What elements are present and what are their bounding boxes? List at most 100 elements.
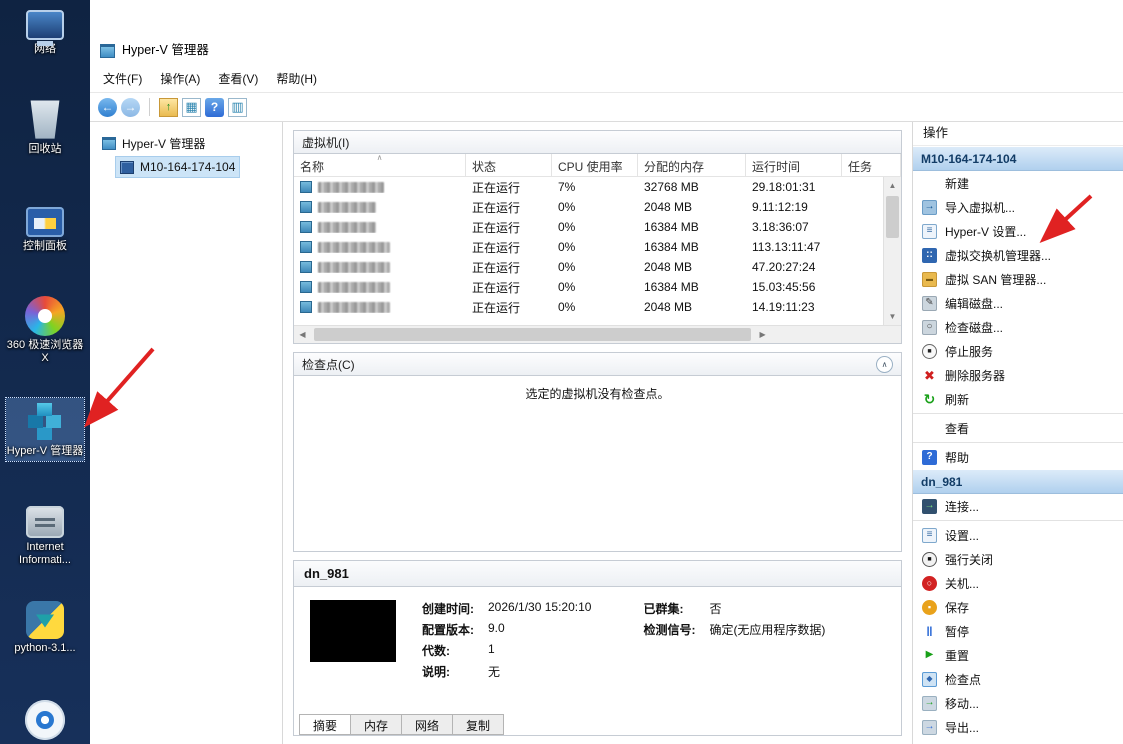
action-label: 新建 bbox=[945, 175, 969, 192]
collapse-checkpoints-button[interactable]: ∧ bbox=[876, 356, 893, 373]
forward-button[interactable]: → bbox=[121, 98, 140, 117]
vm-name-cell bbox=[294, 181, 466, 193]
action-remove-server[interactable]: ✖删除服务器 bbox=[913, 363, 1123, 387]
action-import-vm[interactable]: →导入虚拟机... bbox=[913, 195, 1123, 219]
vm-row[interactable]: 正在运行0%16384 MB3.18:36:07 bbox=[294, 217, 883, 237]
desktop-icon-netdisk[interactable] bbox=[6, 698, 84, 744]
column-header-3[interactable]: 分配的内存 bbox=[638, 154, 746, 176]
desktop-icon-python[interactable]: python-3.1... bbox=[6, 598, 84, 658]
tab-summary[interactable]: 摘要 bbox=[299, 714, 351, 735]
vm-memory-cell: 16384 MB bbox=[638, 220, 746, 234]
action-settings[interactable]: ≡设置... bbox=[913, 523, 1123, 547]
control-panel-icon bbox=[26, 207, 64, 237]
vm-row[interactable]: 正在运行0%2048 MB9.11:12:19 bbox=[294, 197, 883, 217]
action-edit-disk[interactable]: ✎编辑磁盘... bbox=[913, 291, 1123, 315]
action-reset[interactable]: ▶重置 bbox=[913, 643, 1123, 667]
field-value: 1 bbox=[488, 642, 591, 659]
vm-state-cell: 正在运行 bbox=[466, 219, 552, 236]
vm-icon bbox=[300, 241, 312, 253]
back-button[interactable]: ← bbox=[98, 98, 117, 117]
scroll-right-icon[interactable]: ▶ bbox=[754, 326, 771, 343]
help-button[interactable]: ? bbox=[205, 98, 224, 117]
desktop-icon-control-panel[interactable]: 控制面板 bbox=[6, 200, 84, 256]
pause-icon: ‖ bbox=[922, 624, 937, 639]
action-inspect-disk[interactable]: ○检查磁盘... bbox=[913, 315, 1123, 339]
action-export[interactable]: →导出... bbox=[913, 715, 1123, 739]
action-pause[interactable]: ‖暂停 bbox=[913, 619, 1123, 643]
scroll-thumb-horizontal[interactable] bbox=[314, 328, 751, 341]
action-label: 查看 bbox=[945, 420, 969, 437]
toolbar-separator bbox=[149, 98, 150, 116]
vm-row[interactable]: 正在运行0%16384 MB113.13:11:47 bbox=[294, 237, 883, 257]
vm-row[interactable]: 正在运行0%2048 MB47.20:27:24 bbox=[294, 257, 883, 277]
scroll-up-icon[interactable]: ▲ bbox=[884, 177, 901, 194]
show-hide-action-pane-button[interactable]: ▥ bbox=[228, 98, 247, 117]
vm-vertical-scrollbar[interactable]: ▲ ▼ bbox=[883, 177, 901, 325]
tab-network[interactable]: 网络 bbox=[401, 714, 453, 735]
folder-icon[interactable]: ↑ bbox=[159, 98, 178, 117]
vm-uptime-cell: 113.13:11:47 bbox=[746, 240, 842, 254]
menu-help[interactable]: 帮助(H) bbox=[267, 66, 326, 91]
vm-memory-cell: 2048 MB bbox=[638, 300, 746, 314]
action-label: 删除服务器 bbox=[945, 367, 1005, 384]
action-shut-down[interactable]: ○关机... bbox=[913, 571, 1123, 595]
desktop-icon-network[interactable]: 网络 bbox=[6, 4, 84, 59]
tab-memory[interactable]: 内存 bbox=[350, 714, 402, 735]
column-header-2[interactable]: CPU 使用率 bbox=[552, 154, 638, 176]
desktop-icon-hyperv-manager[interactable]: Hyper-V 管理器 bbox=[6, 398, 84, 461]
checkpoints-panel: 检查点(C) ∧ 选定的虚拟机没有检查点。 bbox=[293, 352, 902, 552]
actions-pane: 操作 M10-164-174-104新建→导入虚拟机...≡Hyper-V 设置… bbox=[912, 122, 1123, 744]
tab-replication[interactable]: 复制 bbox=[452, 714, 504, 735]
vm-cpu-cell: 0% bbox=[552, 240, 638, 254]
action-turn-off[interactable]: ■强行关闭 bbox=[913, 547, 1123, 571]
reset-icon: ▶ bbox=[922, 648, 937, 663]
tree-item-host[interactable]: M10-164-174-104 bbox=[116, 157, 239, 177]
action-virtual-san-manager[interactable]: ▬虚拟 SAN 管理器... bbox=[913, 267, 1123, 291]
action-view[interactable]: 查看 bbox=[913, 416, 1123, 440]
vm-row[interactable]: 正在运行7%32768 MB29.18:01:31 bbox=[294, 177, 883, 197]
column-header-0[interactable]: 名称∧ bbox=[294, 154, 466, 176]
vm-uptime-cell: 15.03:45:56 bbox=[746, 280, 842, 294]
vm-row[interactable]: 正在运行0%2048 MB14.19:11:23 bbox=[294, 297, 883, 317]
screen: 网络回收站控制面板360 极速浏览器XHyper-V 管理器Internet I… bbox=[0, 0, 1123, 744]
action-virtual-switch-manager[interactable]: ::虚拟交换机管理器... bbox=[913, 243, 1123, 267]
action-hyperv-settings[interactable]: ≡Hyper-V 设置... bbox=[913, 219, 1123, 243]
vm-state-cell: 正在运行 bbox=[466, 239, 552, 256]
scroll-thumb[interactable] bbox=[886, 196, 899, 238]
action-new[interactable]: 新建 bbox=[913, 171, 1123, 195]
action-label: 刷新 bbox=[945, 391, 969, 408]
tree-item-root[interactable]: Hyper-V 管理器 bbox=[98, 132, 209, 155]
vm-state-cell: 正在运行 bbox=[466, 259, 552, 276]
column-header-4[interactable]: 运行时间 bbox=[746, 154, 842, 176]
menu-file[interactable]: 文件(F) bbox=[94, 66, 151, 91]
connect-icon: → bbox=[922, 499, 937, 514]
column-header-label: 名称 bbox=[300, 160, 324, 174]
desktop-icon-recycle-bin[interactable]: 回收站 bbox=[6, 92, 84, 159]
action-checkpoint[interactable]: ◆检查点 bbox=[913, 667, 1123, 691]
action-help[interactable]: ?帮助 bbox=[913, 445, 1123, 469]
scrollbar-corner bbox=[884, 326, 901, 343]
desktop-icon-360-browser[interactable]: 360 极速浏览器X bbox=[6, 294, 84, 368]
action-refresh[interactable]: ↻刷新 bbox=[913, 387, 1123, 411]
action-move[interactable]: →移动... bbox=[913, 691, 1123, 715]
vm-row[interactable]: 正在运行0%16384 MB15.03:45:56 bbox=[294, 277, 883, 297]
column-header-5[interactable]: 任务 bbox=[842, 154, 901, 176]
show-hide-tree-button[interactable]: ▦ bbox=[182, 98, 201, 117]
action-label: 保存 bbox=[945, 599, 969, 616]
vm-state-cell: 正在运行 bbox=[466, 279, 552, 296]
column-header-1[interactable]: 状态 bbox=[466, 154, 552, 176]
scroll-left-icon[interactable]: ◀ bbox=[294, 326, 311, 343]
action-save[interactable]: ▪保存 bbox=[913, 595, 1123, 619]
vm-cpu-cell: 0% bbox=[552, 220, 638, 234]
scroll-down-icon[interactable]: ▼ bbox=[884, 308, 901, 325]
vm-uptime-cell: 9.11:12:19 bbox=[746, 200, 842, 214]
action-connect[interactable]: →连接... bbox=[913, 494, 1123, 518]
desktop-icon-iis[interactable]: Internet Informati... bbox=[6, 500, 84, 570]
checkpoints-empty-text: 选定的虚拟机没有检查点。 bbox=[525, 387, 669, 401]
vm-horizontal-scrollbar[interactable]: ◀ ▶ bbox=[294, 325, 901, 343]
action-stop-service[interactable]: ■停止服务 bbox=[913, 339, 1123, 363]
menu-view[interactable]: 查看(V) bbox=[209, 66, 267, 91]
python-icon bbox=[26, 601, 64, 639]
menu-action[interactable]: 操作(A) bbox=[151, 66, 209, 91]
checkpoints-panel-title: 检查点(C) bbox=[302, 356, 355, 373]
